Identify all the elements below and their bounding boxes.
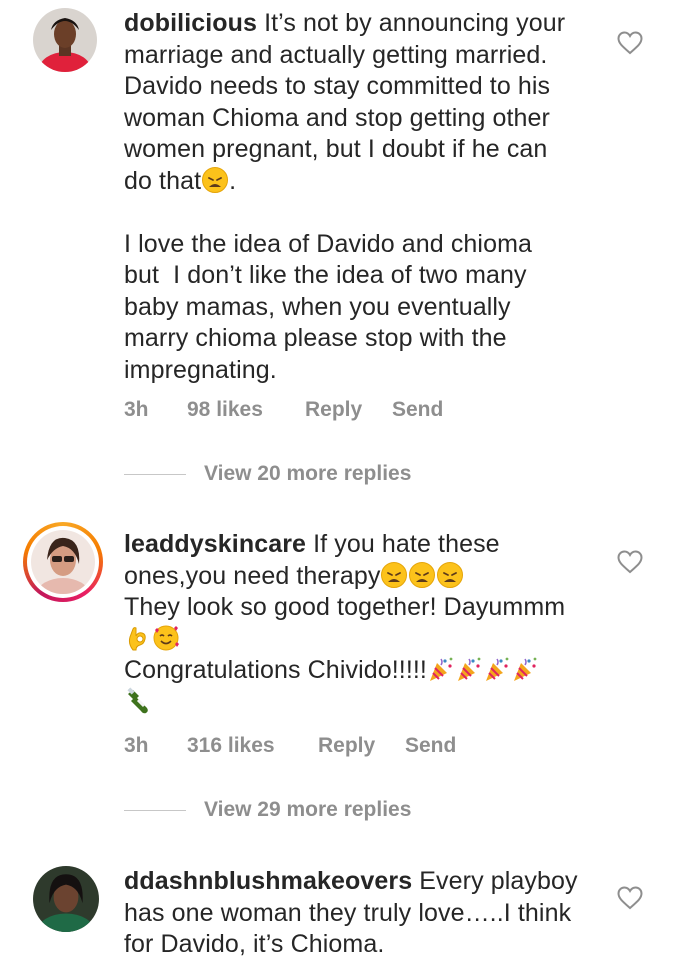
comment-body: has one woman they truly love…..I think … — [124, 898, 572, 959]
comment-body-line2: ones,you need therapy — [124, 561, 381, 590]
comment-body-line1: It’s not by announcing your — [257, 9, 566, 37]
divider-line — [124, 473, 186, 475]
comment-body-period: . — [229, 166, 237, 195]
ok-hand-emoji-icon — [128, 626, 146, 650]
avatar — [31, 530, 95, 594]
send-button[interactable]: Send — [392, 398, 443, 422]
weary-face-emoji-icon — [437, 561, 464, 588]
comment-time: 3h — [124, 398, 149, 421]
comment-body: marriage and actually getting married. D… — [124, 40, 551, 195]
comment-username[interactable]: leaddyskincare — [124, 530, 306, 558]
comment-body-line5: Congratulations Chivido!!!!! — [124, 656, 427, 684]
comment-username[interactable]: ddashnblushmakeovers — [124, 867, 412, 895]
story-ring[interactable] — [23, 522, 103, 602]
likes-count[interactable]: 316 likes — [187, 734, 318, 758]
view-more-replies-button[interactable]: View 20 more replies — [124, 462, 411, 486]
reply-button[interactable]: Reply — [318, 734, 405, 758]
like-heart-icon[interactable] — [617, 31, 643, 55]
view-more-replies-button[interactable]: View 29 more replies — [124, 798, 411, 822]
comment-body-line3: They look so good together! Dayummm — [124, 593, 566, 621]
view-more-replies-label: View 20 more replies — [204, 462, 412, 485]
party-popper-emoji-icon — [485, 657, 509, 681]
avatar-image — [31, 530, 95, 594]
like-heart-icon[interactable] — [617, 550, 643, 574]
weary-face-emoji-icon — [202, 166, 229, 193]
comment-time: 3h — [124, 734, 149, 757]
party-popper-emoji-icon — [429, 657, 453, 681]
comment-body-line1: Every playboy — [412, 867, 578, 895]
story-ring-inner — [27, 526, 99, 598]
weary-face-emoji-icon — [381, 561, 408, 588]
like-heart-icon[interactable] — [617, 886, 643, 910]
reply-button[interactable]: Reply — [305, 398, 392, 422]
party-popper-emoji-icon — [513, 657, 537, 681]
smiling-face-with-hearts-emoji-icon — [153, 625, 179, 650]
likes-count[interactable]: 98 likes — [187, 398, 305, 422]
comment-meta: 3h 98 likes Reply Send — [124, 398, 443, 422]
party-popper-emoji-icon — [457, 657, 481, 681]
comment-text: leaddyskincare If you hate these ones,yo… — [124, 529, 594, 718]
champagne-bottle-emoji-icon — [127, 686, 148, 713]
comment-body-line1: If you hate these — [306, 530, 500, 558]
avatar-image — [33, 866, 99, 932]
divider-line — [124, 809, 186, 811]
avatar-image — [33, 8, 97, 72]
comment-text: dobilicious It’s not by announcing your … — [124, 8, 594, 386]
view-more-replies-label: View 29 more replies — [204, 798, 412, 821]
send-button[interactable]: Send — [405, 734, 456, 758]
comment-username[interactable]: dobilicious — [124, 9, 257, 37]
weary-face-emoji-icon — [409, 561, 436, 588]
comment-meta: 3h 316 likes Reply Send — [124, 734, 456, 758]
comment-body-2: I love the idea of Davido and chioma but… — [124, 229, 533, 384]
comment-text: ddashnblushmakeovers Every playboy has o… — [124, 866, 594, 961]
avatar[interactable] — [33, 866, 99, 932]
avatar[interactable] — [33, 8, 97, 72]
